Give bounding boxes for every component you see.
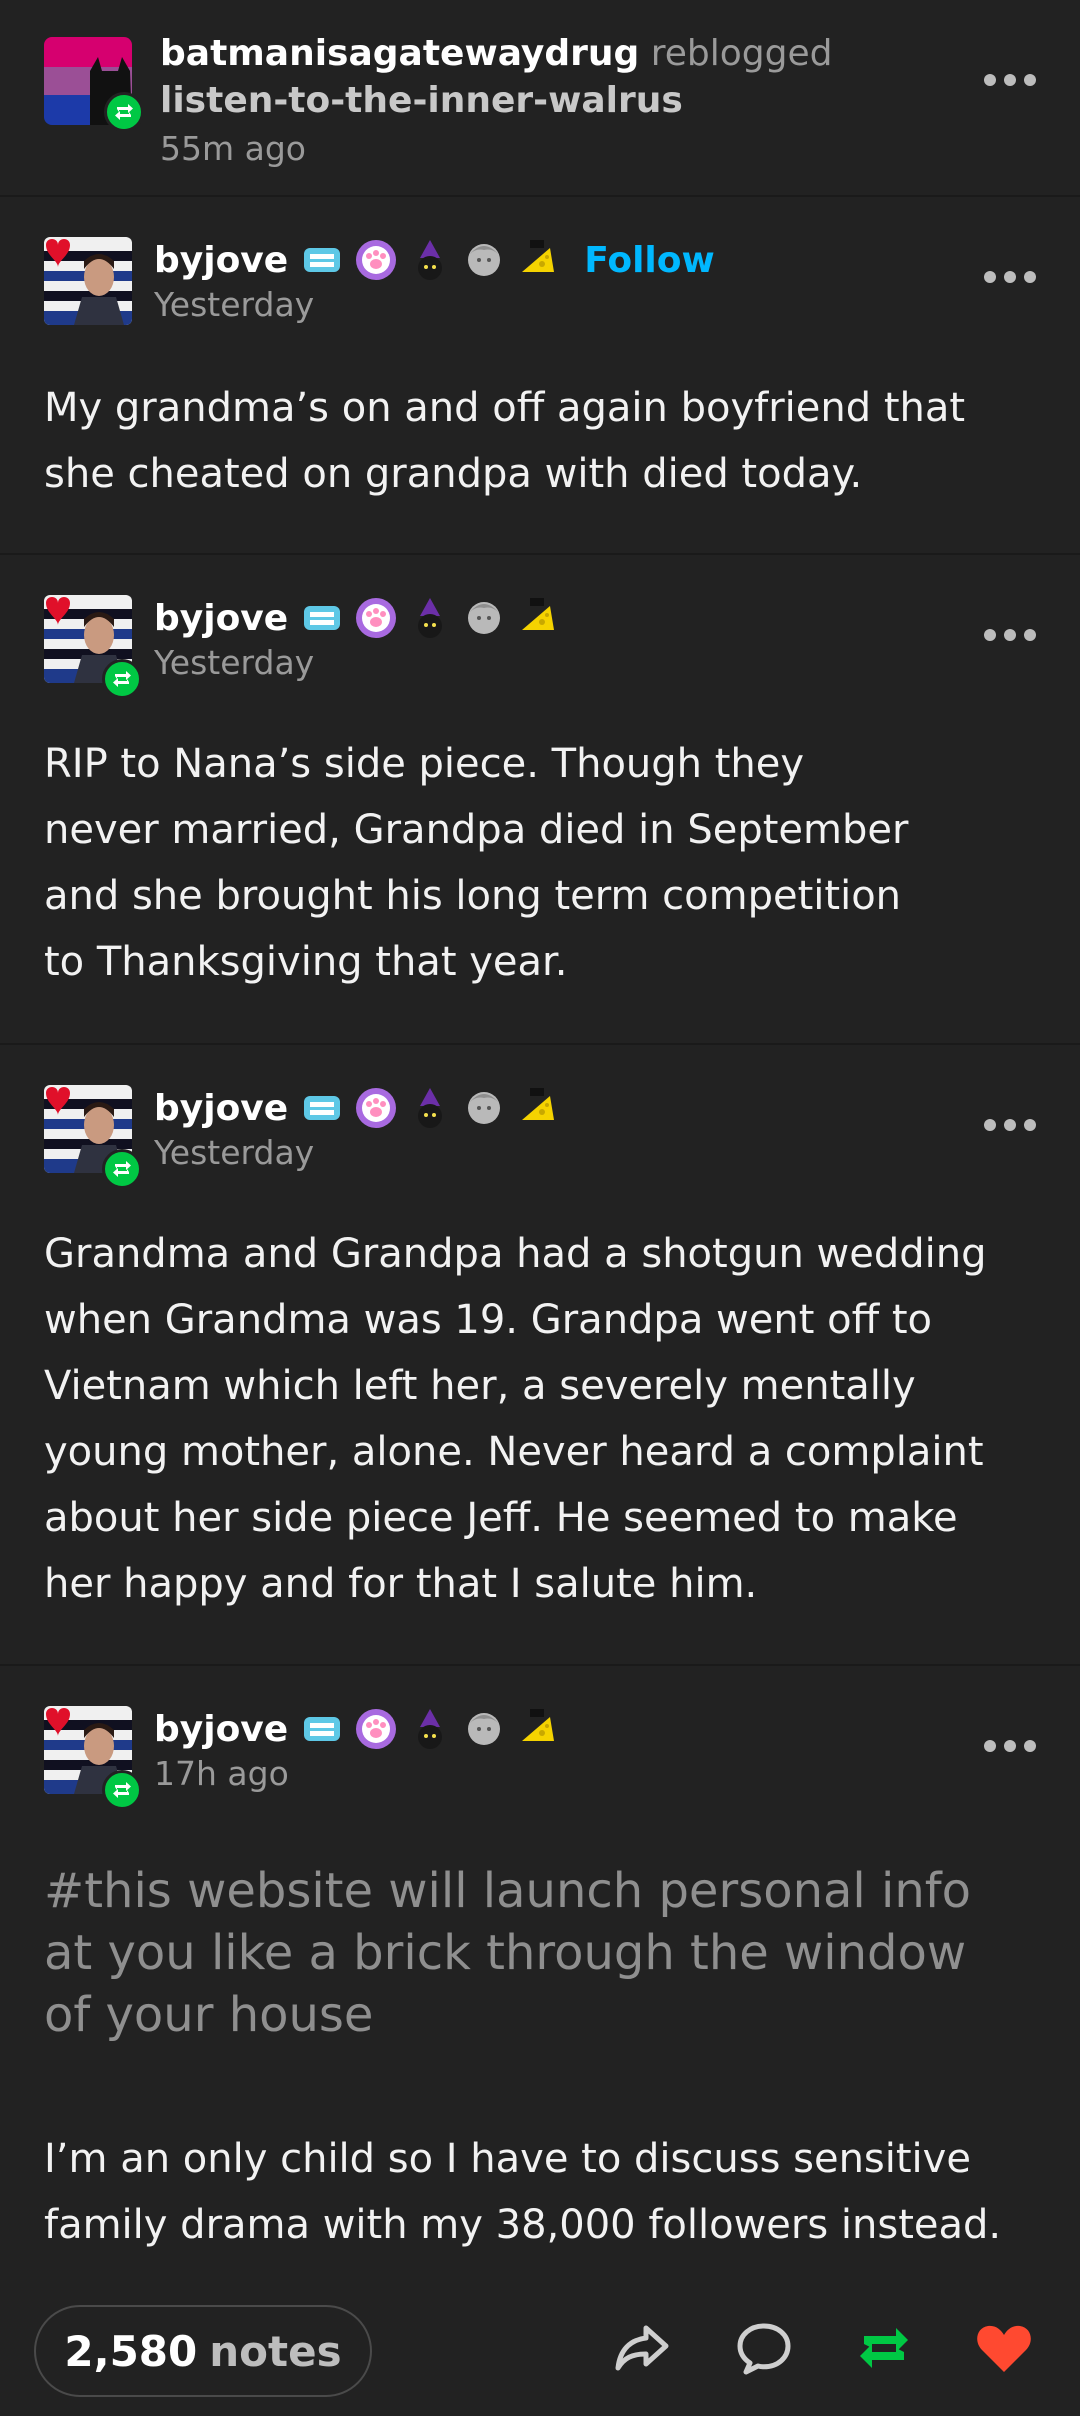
reblog-badge-icon (104, 92, 144, 132)
follow-button[interactable]: Follow (584, 240, 715, 281)
trail-paragraph: My grandma’s on and off again boyfriend … (44, 385, 966, 497)
reply-icon[interactable] (734, 2318, 794, 2378)
teeth-badge-icon[interactable] (300, 1707, 344, 1751)
more-options-button[interactable] (984, 1736, 1036, 1756)
reblog-badge-icon (102, 659, 142, 699)
statue-head-badge-icon[interactable] (462, 1707, 506, 1751)
statue-head-badge-icon[interactable] (462, 1086, 506, 1130)
trail-paragraph: RIP to Nana’s side piece. Though they ne… (44, 741, 909, 985)
trail-item: byjove Yesterday Grandma and Grandpa had… (0, 1045, 1080, 1666)
paw-badge-icon[interactable] (354, 1707, 398, 1751)
more-options-button[interactable] (984, 267, 1036, 287)
more-options-button[interactable] (984, 625, 1036, 645)
paw-badge-icon[interactable] (354, 1086, 398, 1130)
post-view: batmanisagatewaydrug reblogged listen-to… (0, 0, 1080, 2416)
teeth-badge-icon[interactable] (300, 238, 344, 282)
cheese-badge-icon[interactable] (516, 596, 560, 640)
trail-time: Yesterday (154, 285, 315, 324)
trail-username[interactable]: byjove (154, 1709, 288, 1750)
trail-item: byjove Yesterday RIP to Nana’s side piec… (0, 555, 1080, 1045)
reblogged-from-username[interactable]: listen-to-the-inner-walrus (160, 78, 833, 124)
reblog-badge-icon (102, 1149, 142, 1189)
paw-badge-icon[interactable] (354, 238, 398, 282)
byjove-avatar[interactable] (44, 237, 132, 325)
trail-body: RIP to Nana’s side piece. Though they ne… (0, 695, 1080, 995)
cheese-badge-icon[interactable] (516, 1086, 560, 1130)
witch-cat-badge-icon[interactable] (408, 1086, 452, 1130)
trail-paragraph: I’m an only child so I have to discuss s… (44, 2136, 1002, 2248)
more-options-button[interactable] (984, 1115, 1036, 1135)
trail-time: Yesterday (154, 1133, 315, 1172)
trail-time: Yesterday (154, 643, 315, 682)
teeth-badge-icon[interactable] (300, 1086, 344, 1130)
cheese-badge-icon[interactable] (516, 238, 560, 282)
trail-item: byjove 17h ago #this website will launch… (0, 1666, 1080, 2258)
reblog-header: batmanisagatewaydrug reblogged listen-to… (0, 0, 1080, 197)
notes-label: notes (209, 2326, 342, 2376)
statue-head-badge-icon[interactable] (462, 238, 506, 282)
trail-body: My grandma’s on and off again boyfriend … (0, 337, 1080, 507)
post-time: 55m ago (160, 129, 306, 168)
trail-username[interactable]: byjove (154, 1088, 288, 1129)
reblog-icon[interactable] (854, 2318, 914, 2378)
trail-body: #this website will launch personal info … (0, 1806, 1080, 2258)
reblogger-username[interactable]: batmanisagatewaydrug (160, 33, 639, 74)
notes-count: 2,580 (64, 2326, 198, 2376)
trail-time: 17h ago (154, 1754, 289, 1793)
like-heart-icon[interactable] (974, 2318, 1034, 2378)
trail-paragraph: Grandma and Grandpa had a shotgun weddin… (44, 1231, 987, 1607)
trail-body: Grandma and Grandpa had a shotgun weddin… (0, 1185, 1080, 1617)
reblog-badge-icon (102, 1770, 142, 1810)
post-footer: 2,580 notes (0, 2290, 1080, 2416)
notes-button[interactable]: 2,580 notes (34, 2305, 372, 2397)
share-icon[interactable] (612, 2318, 672, 2378)
trail-username[interactable]: byjove (154, 598, 288, 639)
reblogged-label: reblogged (650, 33, 833, 74)
trail-item: byjove Follow Yesterday My grandma’s on … (0, 197, 1080, 555)
statue-head-badge-icon[interactable] (462, 596, 506, 640)
witch-cat-badge-icon[interactable] (408, 596, 452, 640)
witch-cat-badge-icon[interactable] (408, 1707, 452, 1751)
cheese-badge-icon[interactable] (516, 1707, 560, 1751)
trail-username[interactable]: byjove (154, 240, 288, 281)
witch-cat-badge-icon[interactable] (408, 238, 452, 282)
more-options-button[interactable] (984, 70, 1036, 90)
teeth-badge-icon[interactable] (300, 596, 344, 640)
paw-badge-icon[interactable] (354, 596, 398, 640)
tag-text[interactable]: #this website will launch personal info … (44, 1860, 1036, 2046)
